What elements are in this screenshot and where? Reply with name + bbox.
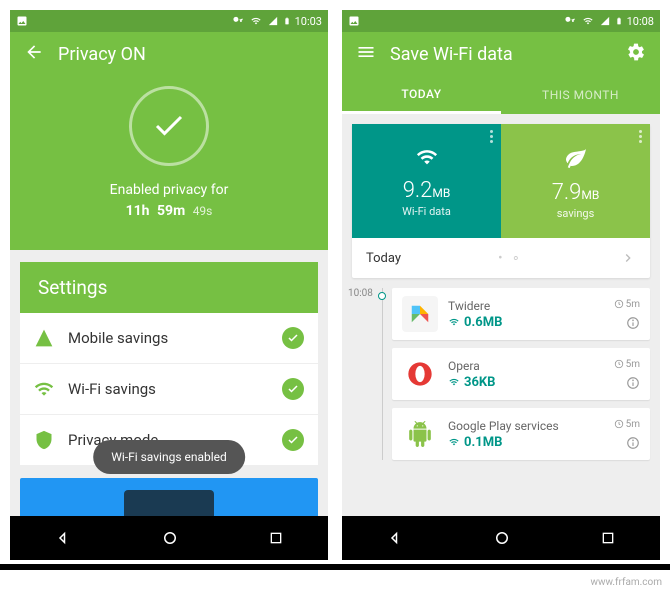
row-wifi-savings[interactable]: Wi-Fi savings [20, 364, 318, 415]
toast: Wi-Fi savings enabled [93, 440, 245, 474]
wifi-icon [413, 146, 441, 168]
shield-icon [34, 430, 54, 450]
nav-recent-icon[interactable] [600, 530, 616, 546]
wifi-icon [448, 317, 460, 327]
check-icon [282, 327, 304, 349]
wifi-icon [448, 437, 460, 447]
info-icon[interactable] [626, 436, 640, 450]
more-icon[interactable] [490, 130, 493, 143]
screen-save-wifi: 10:08 Save Wi-Fi data TODAY THIS MONTH [342, 10, 660, 560]
timeline: 10:08 Twidere 0.6MB 5m Opera [352, 288, 650, 460]
wifi-icon [448, 377, 460, 387]
nav-recent-icon[interactable] [268, 530, 284, 546]
clock-icon [614, 359, 624, 369]
screen-privacy: 10:03 Privacy ON Enabled privacy for 11h… [10, 10, 328, 560]
wifi-icon [581, 16, 595, 26]
app-row-gps[interactable]: Google Play services 0.1MB 5m [392, 408, 650, 460]
key-icon [563, 16, 577, 26]
more-icon[interactable] [639, 130, 642, 143]
status-bar: 10:03 [10, 10, 328, 32]
mobile-icon [34, 328, 54, 348]
stat-card: 9.2MB Wi-Fi data 7.9MB savings Today • ∘ [352, 124, 650, 278]
appbar: Privacy ON [10, 32, 328, 76]
nav-bar [10, 516, 328, 560]
battery-icon [615, 15, 623, 27]
info-icon[interactable] [626, 376, 640, 390]
stat-wifi[interactable]: 9.2MB Wi-Fi data [352, 124, 501, 238]
hero: Enabled privacy for 11h 59m 49s [10, 76, 328, 250]
row-mobile-savings[interactable]: Mobile savings [20, 313, 318, 364]
app-row-opera[interactable]: Opera 36KB 5m [392, 348, 650, 400]
status-time: 10:03 [295, 15, 322, 28]
opera-icon [406, 360, 434, 388]
leaf-icon [564, 146, 588, 170]
pic-icon [348, 15, 360, 27]
menu-icon[interactable] [356, 42, 376, 66]
key-icon [231, 16, 245, 26]
chevron-right-icon [620, 250, 636, 266]
nav-home-icon[interactable] [493, 529, 511, 547]
back-icon[interactable] [24, 42, 44, 66]
time-label: 10:08 [348, 288, 373, 299]
signal-icon [267, 16, 279, 26]
battery-icon [283, 15, 291, 27]
nav-home-icon[interactable] [161, 529, 179, 547]
info-icon[interactable] [626, 316, 640, 330]
wifi-icon [249, 16, 263, 26]
tab-this-month[interactable]: THIS MONTH [501, 76, 660, 114]
nav-back-icon[interactable] [54, 529, 72, 547]
today-row[interactable]: Today • ∘ [352, 238, 650, 278]
watermark: www.frfam.com [590, 577, 662, 588]
stat-savings[interactable]: 7.9MB savings [501, 124, 650, 238]
signal-icon [599, 16, 611, 26]
tabs: TODAY THIS MONTH [342, 76, 660, 114]
nav-back-icon[interactable] [386, 529, 404, 547]
clock-icon [614, 419, 624, 429]
appbar: Save Wi-Fi data [342, 32, 660, 76]
pic-icon [16, 15, 28, 27]
status-bar: 10:08 [342, 10, 660, 32]
check-circle-icon [129, 86, 209, 166]
settings-header: Settings [20, 262, 318, 313]
tab-today[interactable]: TODAY [342, 76, 501, 114]
android-icon [407, 421, 433, 447]
gear-icon[interactable] [626, 42, 646, 66]
status-time: 10:08 [627, 15, 654, 28]
page-dots: • ∘ [401, 251, 620, 266]
check-icon [282, 429, 304, 451]
page-title: Save Wi-Fi data [390, 44, 626, 65]
clock-icon [614, 299, 624, 309]
twidere-icon [409, 303, 431, 325]
nav-bar [342, 516, 660, 560]
hero-line1: Enabled privacy for [10, 180, 328, 201]
app-row-twidere[interactable]: Twidere 0.6MB 5m [392, 288, 650, 340]
page-title: Privacy ON [58, 44, 314, 65]
check-icon [282, 378, 304, 400]
wifi-icon [34, 379, 54, 399]
